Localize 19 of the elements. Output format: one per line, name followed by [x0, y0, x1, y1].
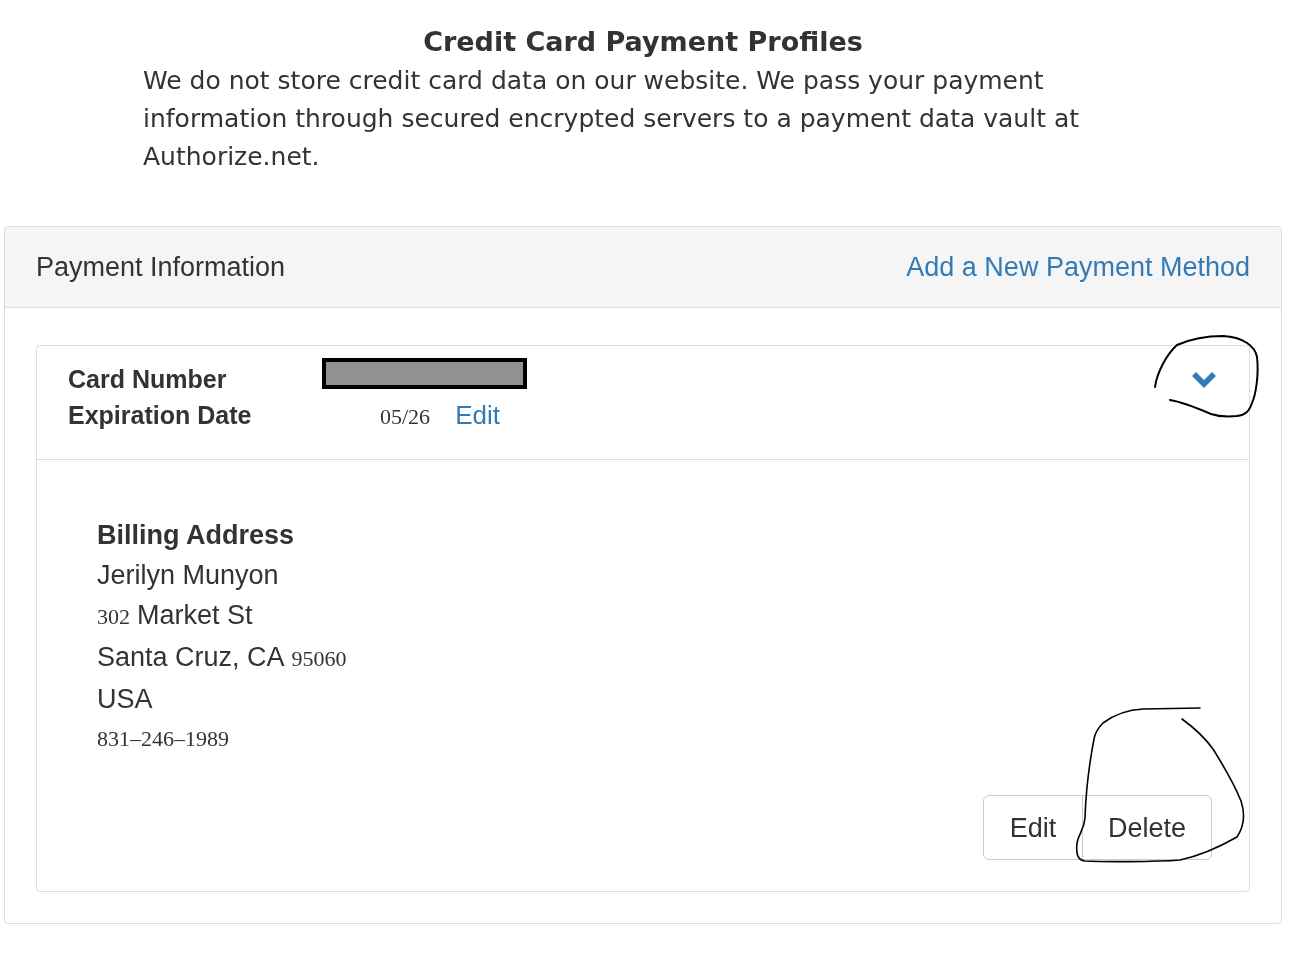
field-label: Card Number [68, 364, 228, 395]
zip-code: 95060 [291, 645, 347, 673]
street-name: Market St [137, 599, 253, 632]
street-number: 302 [97, 603, 130, 631]
billing-country: USA [97, 683, 153, 716]
expiration-value: 05/26 [380, 403, 431, 431]
delete-button[interactable]: Delete [1082, 795, 1212, 860]
billing-name: Jerilyn Munyon [97, 559, 279, 592]
chevron-down-icon[interactable] [1191, 371, 1217, 388]
page-title: Credit Card Payment Profiles [423, 25, 863, 59]
billing-phone: 831–246–1989 [97, 725, 229, 753]
add-payment-method-link[interactable]: Add a New Payment Method [906, 246, 1250, 288]
edit-button[interactable]: Edit [983, 795, 1083, 860]
field-label: Expiration Date [68, 400, 253, 431]
city-state: Santa Cruz, CA [97, 641, 285, 674]
panel-title: Payment Information [36, 250, 286, 284]
billing-heading: Billing Address [97, 519, 295, 552]
edit-link[interactable]: Edit [455, 397, 500, 433]
security-notice: We do not store credit card data on our website. We pass your payment information through secured encrypted servers to a payment data vault at Authorize.net. [143, 65, 1080, 173]
